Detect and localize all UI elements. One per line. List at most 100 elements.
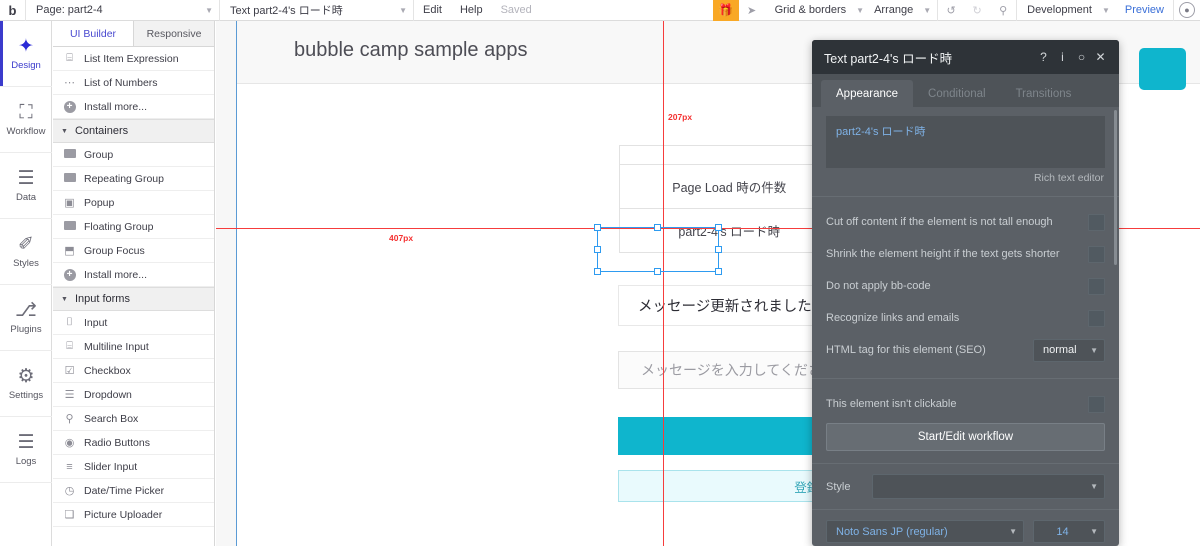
header-accent-button[interactable] [1139, 48, 1186, 90]
palette-tab-responsive[interactable]: Responsive [134, 21, 214, 46]
version-selector[interactable]: Development ▼ [1017, 0, 1116, 21]
save-status: Saved [500, 4, 532, 16]
list-item-expression-icon: ⌸ [66, 52, 73, 64]
folder-icon [63, 148, 76, 161]
grid-borders-menu[interactable]: Grid & borders ▼ [765, 0, 864, 21]
text-options-section: Cut off content if the element is not ta… [812, 197, 1119, 379]
panel-scrollbar[interactable] [1114, 110, 1117, 265]
clickable-checkbox[interactable] [1088, 395, 1105, 413]
panel-tabs: Appearance Conditional Transitions [812, 74, 1119, 107]
palette-item-input[interactable]: ⌷ Input [53, 311, 214, 335]
clickable-row: This element isn't clickable [826, 388, 1105, 420]
style-select[interactable]: ▼ [872, 474, 1105, 499]
page-selector[interactable]: Page: part2-4 ▼ [26, 0, 220, 21]
palette-item-date-time-picker[interactable]: ◷ Date/Time Picker [53, 479, 214, 503]
panel-tab-transitions[interactable]: Transitions [1001, 80, 1087, 107]
seo-tag-select[interactable]: normal ▼ [1033, 338, 1105, 362]
rail-item-label: Logs [15, 455, 37, 467]
element-selector[interactable]: Text part2-4's ロード時 ▼ [220, 0, 414, 21]
rich-text-editor-link[interactable]: Rich text editor [826, 168, 1105, 184]
palette-item-install-more[interactable]: + Install more... [53, 95, 214, 119]
preview-button[interactable]: Preview [1116, 4, 1173, 16]
palette-item-label: Checkbox [84, 364, 131, 377]
help-circle-icon[interactable]: ? [1034, 50, 1053, 64]
group-focus-icon: ⬒ [64, 245, 75, 257]
palette-item-label: Search Box [84, 412, 139, 425]
close-icon[interactable]: ✕ [1091, 50, 1110, 64]
font-row: Noto Sans JP (regular) ▼ 14 ▼ [812, 510, 1119, 543]
palette-item-multiline-input[interactable]: ⌸ Multiline Input [53, 335, 214, 359]
palette-group-input-forms[interactable]: ▼ Input forms [53, 287, 214, 311]
rail-item-styles[interactable]: ✐ Styles [0, 219, 52, 285]
avatar[interactable]: ● [1179, 2, 1195, 18]
palette-item-install-more[interactable]: + Install more... [53, 263, 214, 287]
element-selector-label: Text part2-4's ロード時 [230, 5, 343, 17]
palette-item-label: Install more... [84, 268, 148, 281]
list-of-numbers-icon: ⋯ [64, 77, 75, 89]
horizontal-guide-label: 407px [389, 233, 414, 243]
arrange-label: Arrange [874, 4, 914, 16]
palette-item-list-item-expression[interactable]: ⌸ List Item Expression [53, 47, 214, 71]
palette-item-list-of-numbers[interactable]: ⋯ List of Numbers [53, 71, 214, 95]
clickable-section: This element isn't clickable Start/Edit … [812, 379, 1119, 464]
top-toolbar: b Page: part2-4 ▼ Text part2-4's ロード時 ▼ … [0, 0, 1200, 21]
arrange-menu[interactable]: Arrange ▼ [864, 0, 939, 21]
palette-group-containers[interactable]: ▼ Containers [53, 119, 214, 143]
search-icon[interactable]: ⚲ [990, 0, 1016, 21]
info-circle-icon[interactable]: i [1053, 50, 1072, 64]
edit-menu[interactable]: Edit [414, 0, 451, 21]
pointer-icon[interactable]: ➤ [739, 0, 765, 21]
palette-item-popup[interactable]: ▣ Popup [53, 191, 214, 215]
rail-item-settings[interactable]: ⚙ Settings [0, 351, 52, 417]
rail-item-label: Workflow [6, 125, 46, 137]
vertical-alignment-guide [663, 21, 664, 546]
palette-item-slider-input[interactable]: ≡ Slider Input [53, 455, 214, 479]
main-nav-rail: ✦ Design ⛶ Workflow ☰ Data ✐ Styles ⎇ Plugins ⚙ Set… [0, 21, 52, 546]
palette-item-checkbox[interactable]: ☑ Checkbox [53, 359, 214, 383]
start-edit-workflow-button[interactable]: Start/Edit workflow [826, 423, 1105, 451]
radio-buttons-icon: ◉ [64, 437, 75, 449]
rail-item-data[interactable]: ☰ Data [0, 153, 52, 219]
font-size-select[interactable]: 14 ▼ [1033, 520, 1105, 543]
option-row-shrink-the-element-height-if-the-text-gets-shorter: Shrink the element height if the text ge… [826, 238, 1105, 270]
palette-item-group-focus[interactable]: ⬒ Group Focus [53, 239, 214, 263]
message-display-text: メッセージ更新されました！ [638, 299, 827, 315]
input-icon: ⌷ [66, 316, 73, 328]
palette-item-label: Input [84, 316, 108, 329]
redo-icon[interactable]: ↻ [964, 0, 990, 21]
palette-item-group[interactable]: Group [53, 143, 214, 167]
rail-item-workflow[interactable]: ⛶ Workflow [0, 87, 52, 153]
panel-tab-appearance[interactable]: Appearance [821, 80, 914, 107]
palette-item-label: Dropdown [84, 388, 132, 401]
palette-item-radio-buttons[interactable]: ◉ Radio Buttons [53, 431, 214, 455]
gift-icon[interactable]: 🎁 [712, 0, 739, 21]
rail-item-design[interactable]: ✦ Design [0, 21, 52, 87]
option-checkbox[interactable] [1088, 213, 1105, 231]
palette-item-picture-uploader[interactable]: ❑ Picture Uploader [53, 503, 214, 527]
logs-icon: ☰ [17, 431, 35, 453]
option-checkbox[interactable] [1088, 309, 1105, 327]
table-cell-page-load[interactable]: part2-4's ロード時 [620, 208, 840, 252]
rich-text-value[interactable]: part2-4's ロード時 [826, 116, 1105, 168]
bubble-logo-icon[interactable]: b [0, 0, 26, 21]
help-menu[interactable]: Help [451, 0, 492, 21]
palette-group-label: Containers [74, 125, 129, 137]
palette-item-repeating-group[interactable]: Repeating Group [53, 167, 214, 191]
rail-item-plugins[interactable]: ⎇ Plugins [0, 285, 52, 351]
palette-item-floating-group[interactable]: Floating Group [53, 215, 214, 239]
folder-icon [63, 220, 76, 233]
font-family-select[interactable]: Noto Sans JP (regular) ▼ [826, 520, 1024, 543]
palette-item-search-box[interactable]: ⚲ Search Box [53, 407, 214, 431]
option-checkbox[interactable] [1088, 245, 1105, 263]
comment-icon[interactable]: ○ [1072, 50, 1091, 64]
palette-item-dropdown[interactable]: ☰ Dropdown [53, 383, 214, 407]
undo-icon[interactable]: ↺ [938, 0, 964, 21]
panel-tab-conditional[interactable]: Conditional [913, 80, 1001, 107]
rail-item-logs[interactable]: ☰ Logs [0, 417, 52, 483]
page-selector-label: Page: part2-4 [36, 4, 103, 16]
page-title: bubble camp sample apps [294, 39, 528, 61]
palette-item-label: Install more... [84, 100, 148, 113]
option-label: Do not apply bb-code [826, 280, 931, 292]
option-checkbox[interactable] [1088, 277, 1105, 295]
palette-tab-ui-builder[interactable]: UI Builder [53, 21, 134, 46]
